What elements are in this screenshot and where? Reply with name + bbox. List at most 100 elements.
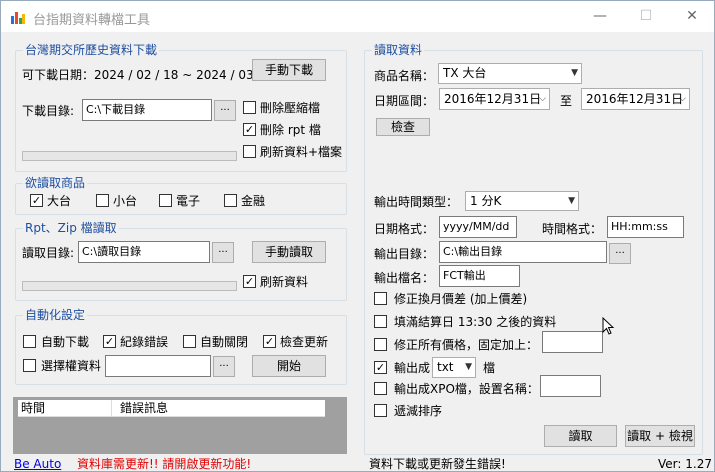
download-dir-input[interactable]: C:\下載目錄	[82, 99, 212, 121]
delete-rpt-label: 刪除 rpt 檔	[260, 123, 321, 137]
date-to-label: 至	[560, 94, 573, 108]
chevron-down-icon: ⌵	[679, 94, 686, 104]
date-range-label: 日期區間：	[374, 94, 435, 108]
status-message: 資料下載或更新發生錯誤!	[369, 457, 506, 471]
delete-zip-checkbox[interactable]	[243, 101, 256, 114]
output-dir-browse-button[interactable]: ...	[609, 243, 631, 264]
product-label-large: 大台	[47, 194, 72, 208]
options-data-input[interactable]	[105, 355, 211, 377]
auto-download-checkbox[interactable]	[23, 335, 36, 348]
time-format-input[interactable]: HH:mm:ss	[607, 216, 684, 238]
check-update-checkbox[interactable]: ✓	[263, 335, 276, 348]
read-group-title: 讀取資料	[372, 42, 425, 58]
output-name-input[interactable]: FCT輸出	[439, 265, 520, 287]
descending-checkbox[interactable]	[374, 404, 387, 417]
delete-rpt-checkbox[interactable]: ✓	[243, 123, 256, 136]
automation-group-title: 自動化設定	[23, 307, 88, 323]
output-as-checkbox[interactable]: ✓	[374, 361, 387, 374]
product-checkbox-large[interactable]: ✓	[30, 194, 43, 207]
mouse-cursor-icon	[602, 317, 615, 335]
fix-spread-checkbox[interactable]	[374, 292, 387, 305]
window-title: 台指期資料轉檔工具	[33, 13, 151, 28]
chevron-down-icon: ⌵	[539, 94, 546, 104]
read-button[interactable]: 讀取	[544, 425, 617, 447]
download-dir-label: 下載目錄:	[22, 104, 75, 118]
start-button[interactable]: 開始	[252, 355, 326, 377]
close-icon: ✕	[686, 8, 698, 24]
download-dir-browse-button[interactable]: ...	[214, 100, 236, 121]
descending-label: 遞減排序	[394, 404, 443, 418]
interval-select-value: 1 分K	[470, 194, 502, 208]
output-name-label: 輸出檔名：	[374, 271, 435, 285]
close-button[interactable]: ✕	[669, 1, 715, 32]
download-date-range: 可下載日期：2024 / 02 / 18 ~ 2024 / 03 / 16	[22, 68, 281, 82]
read-dir-input[interactable]: C:\讀取目錄	[78, 241, 210, 263]
delete-zip-label: 刪除壓縮檔	[260, 101, 321, 115]
output-format-select[interactable]: txt ▼	[432, 357, 476, 378]
refresh-files-label: 刷新資料+檔案	[260, 145, 343, 159]
product-checkbox-mini[interactable]	[96, 194, 109, 207]
app-window: 台指期資料轉檔工具 — ☐ ✕ 台灣期交所歷史資料下載 可下載日期：2024 /…	[0, 0, 715, 472]
read-dir-browse-button[interactable]: ...	[212, 242, 234, 263]
db-update-warning: 資料庫需更新!! 請開啟更新功能!	[77, 457, 252, 471]
output-xpo-label: 輸出成XPO檔，設置名稱：	[394, 382, 539, 396]
fix-spread-label: 修正換月價差 (加上價差)	[394, 292, 528, 306]
chevron-down-icon: ▼	[571, 68, 578, 78]
time-format-label: 時間格式：	[542, 222, 603, 236]
check-button[interactable]: 檢查	[376, 118, 430, 136]
products-group-title: 欲讀取商品	[23, 175, 88, 191]
fill-settle-checkbox[interactable]	[374, 315, 387, 328]
end-date-value: 2016年12月31日	[586, 92, 684, 106]
product-checkbox-finance[interactable]	[224, 194, 237, 207]
product-label-electronics: 電子	[176, 194, 201, 208]
refresh-files-checkbox[interactable]	[243, 145, 256, 158]
interval-select[interactable]: 1 分K ▼	[465, 191, 579, 211]
title-bar: 台指期資料轉檔工具 — ☐ ✕	[1, 1, 714, 32]
minimize-icon: —	[593, 8, 607, 24]
options-browse-button[interactable]: ...	[213, 356, 235, 377]
manual-download-button[interactable]: 手動下載	[252, 59, 326, 81]
options-data-checkbox[interactable]	[23, 359, 36, 372]
maximize-icon: ☐	[639, 8, 653, 24]
log-col-time[interactable]: 時間	[21, 400, 45, 416]
log-col-message[interactable]: 錯誤訊息	[120, 400, 168, 416]
log-col-divider	[111, 400, 112, 416]
app-icon	[11, 12, 25, 24]
version-label: Ver: 1.27	[658, 457, 712, 471]
maximize-button[interactable]: ☐	[623, 1, 669, 32]
start-date-value: 2016年12月31日	[444, 92, 542, 106]
auto-close-checkbox[interactable]	[183, 335, 196, 348]
rpt-refresh-checkbox[interactable]: ✓	[243, 275, 256, 288]
output-as-label: 輸出成	[394, 361, 431, 375]
fix-price-checkbox[interactable]	[374, 338, 387, 351]
read-dir-label: 讀取目錄:	[22, 246, 75, 260]
product-select[interactable]: TX 大台 ▼	[438, 63, 582, 84]
output-suffix-label: 檔	[483, 361, 496, 375]
xpo-name-input[interactable]	[540, 375, 601, 397]
check-update-label: 檢查更新	[280, 335, 329, 349]
minimize-button[interactable]: —	[577, 1, 623, 32]
download-group-title: 台灣期交所歷史資料下載	[23, 42, 160, 58]
start-date-picker[interactable]: 2016年12月31日 ⌵	[439, 88, 550, 110]
read-view-button[interactable]: 讀取 + 檢視	[625, 425, 695, 447]
product-label-mini: 小台	[113, 194, 138, 208]
chevron-down-icon: ▼	[568, 196, 575, 206]
fix-price-input[interactable]	[542, 331, 603, 353]
output-xpo-checkbox[interactable]	[374, 382, 387, 395]
fill-settle-label: 填滿結算日 13:30 之後的資料	[394, 315, 557, 329]
log-table[interactable]: 時間 錯誤訊息	[13, 397, 347, 454]
product-select-value: TX 大台	[443, 66, 487, 80]
interval-label: 輸出時間類型：	[374, 195, 459, 209]
manual-read-button[interactable]: 手動讀取	[252, 241, 326, 263]
be-auto-link[interactable]: Be Auto	[14, 456, 61, 472]
output-dir-input[interactable]: C:\輸出目錄	[439, 241, 607, 263]
date-format-label: 日期格式：	[374, 222, 435, 236]
log-errors-label: 紀錄錯誤	[120, 335, 169, 349]
product-checkbox-electronics[interactable]	[159, 194, 172, 207]
product-name-label: 商品名稱：	[374, 69, 435, 83]
log-errors-checkbox[interactable]: ✓	[103, 335, 116, 348]
date-format-input[interactable]: yyyy/MM/dd	[439, 216, 517, 238]
fix-price-label: 修正所有價格，固定加上：	[394, 338, 539, 352]
read-progress-bar	[22, 281, 237, 291]
end-date-picker[interactable]: 2016年12月31日 ⌵	[581, 88, 690, 110]
